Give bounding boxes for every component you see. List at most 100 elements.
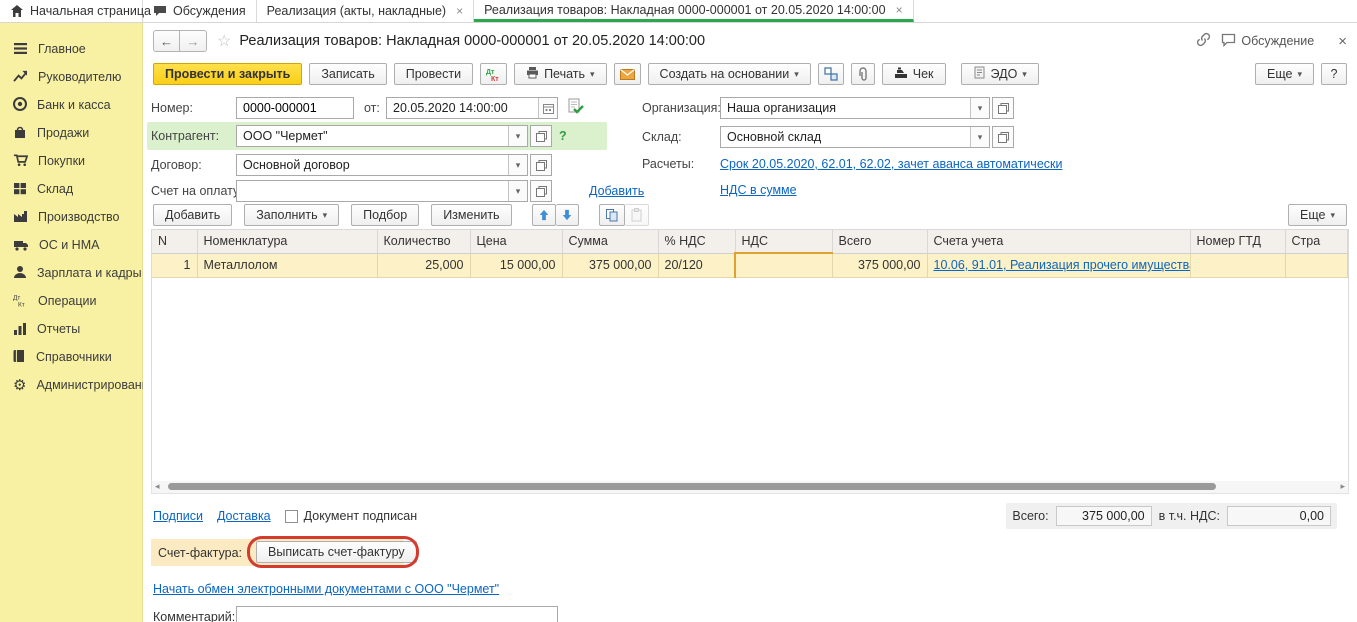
related-documents-button[interactable] (818, 63, 844, 85)
number-input[interactable] (236, 97, 354, 119)
sidebar-item-main[interactable]: Главное (0, 35, 142, 63)
cell-country[interactable] (1285, 253, 1348, 277)
sidebar-item-operations[interactable]: ДтКт Операции (0, 287, 142, 315)
sidebar-item-directories[interactable]: Справочники (0, 343, 142, 371)
tab-close-icon[interactable]: × (896, 3, 903, 17)
cell-quantity[interactable]: 25,000 (377, 253, 470, 277)
sidebar-item-reports[interactable]: Отчеты (0, 315, 142, 343)
date-field[interactable]: 20.05.2020 14:00:00 (386, 97, 558, 119)
payment-invoice-open-button[interactable] (530, 180, 552, 202)
cell-accounts[interactable]: 10.06, 91.01, Реализация прочего имущест… (927, 253, 1190, 277)
calendar-icon[interactable] (538, 98, 557, 118)
start-edi-link[interactable]: Начать обмен электронными документами с … (153, 582, 499, 596)
chevron-down-icon[interactable]: ▾ (508, 126, 527, 146)
items-more-button[interactable]: Еще ▾ (1288, 204, 1347, 226)
paste-icon[interactable] (625, 204, 649, 226)
col-quantity: Количество (377, 230, 470, 253)
dtkt-postings-button[interactable]: ДтКт (480, 63, 507, 85)
delivery-link[interactable]: Доставка (217, 509, 271, 523)
warehouse-open-button[interactable] (992, 126, 1014, 148)
sidebar-item-manager[interactable]: Руководителю (0, 63, 142, 91)
sidebar-item-label: Банк и касса (37, 98, 111, 112)
vat-total-value: 0,00 (1227, 506, 1331, 526)
back-button[interactable]: ← (153, 30, 180, 52)
more-button[interactable]: Еще ▾ (1255, 63, 1314, 85)
email-button[interactable] (614, 63, 641, 85)
comment-input[interactable] (236, 606, 558, 622)
help-button[interactable]: ? (1321, 63, 1347, 85)
sidebar-item-administration[interactable]: ⚙ Администрирование (0, 371, 142, 399)
discussion-button[interactable]: Обсуждение (1221, 33, 1314, 50)
cell-gtd[interactable] (1190, 253, 1285, 277)
contragent-hint[interactable]: ? (559, 129, 567, 143)
table-row[interactable]: 1 Металлолом 25,000 15 000,00 375 000,00… (152, 253, 1348, 277)
add-row-button[interactable]: Добавить (153, 204, 232, 226)
scroll-left-icon[interactable]: ◂ (155, 481, 160, 492)
tab-sales-list[interactable]: Реализация (акты, накладные) × (257, 0, 474, 22)
sidebar-item-sales[interactable]: Продажи (0, 119, 142, 147)
cell-amount[interactable]: 375 000,00 (562, 253, 658, 277)
sidebar-item-fixed-assets[interactable]: ОС и НМА (0, 231, 142, 259)
warehouse-field[interactable]: Основной склад ▾ (720, 126, 990, 148)
cell-nomenclature[interactable]: Металлолом (197, 253, 377, 277)
post-button[interactable]: Провести (394, 63, 473, 85)
tab-close-icon[interactable]: × (456, 4, 463, 18)
contragent-field[interactable]: ООО "Чермет" ▾ (236, 125, 528, 147)
receipt-button[interactable]: Чек (882, 63, 946, 85)
chevron-down-icon[interactable]: ▾ (508, 181, 527, 201)
organization-field[interactable]: Наша организация ▾ (720, 97, 990, 119)
attachments-button[interactable] (851, 63, 875, 85)
add-link[interactable]: Добавить (589, 184, 644, 198)
document-signed-checkbox[interactable]: Документ подписан (285, 509, 418, 523)
print-button[interactable]: Печать ▾ (514, 63, 606, 85)
sidebar-item-salary-hr[interactable]: Зарплата и кадры (0, 259, 142, 287)
move-down-button[interactable] (556, 204, 579, 226)
edo-button[interactable]: ЭДО ▾ (961, 63, 1039, 85)
chevron-down-icon[interactable]: ▾ (508, 155, 527, 175)
organization-open-button[interactable] (992, 97, 1014, 119)
payment-invoice-field[interactable]: ▾ (236, 180, 528, 202)
chevron-down-icon[interactable]: ▾ (970, 98, 989, 118)
accounts-link[interactable]: 10.06, 91.01, Реализация прочего имущест… (934, 258, 1191, 272)
settlements-link[interactable]: Срок 20.05.2020, 62.01, 62.02, зачет ава… (720, 157, 1062, 171)
favorite-star-icon[interactable]: ☆ (217, 31, 231, 51)
scrollbar-thumb[interactable] (168, 483, 1216, 490)
cell-price[interactable]: 15 000,00 (470, 253, 562, 277)
cell-vat-focused[interactable] (735, 253, 832, 277)
issue-invoice-button[interactable]: Выписать счет-фактуру (256, 541, 417, 563)
document-check-icon[interactable] (567, 98, 584, 118)
scroll-right-icon[interactable]: ▸ (1340, 481, 1345, 492)
cell-n[interactable]: 1 (152, 253, 197, 277)
link-icon[interactable] (1196, 32, 1211, 50)
sidebar-item-warehouse[interactable]: Склад (0, 175, 142, 203)
number-label: Номер: (151, 101, 193, 115)
chevron-down-icon[interactable]: ▾ (970, 127, 989, 147)
save-button[interactable]: Записать (309, 63, 386, 85)
tab-sales-document[interactable]: Реализация товаров: Накладная 0000-00000… (474, 0, 913, 22)
fill-button[interactable]: Заполнить ▾ (244, 204, 339, 226)
horizontal-scrollbar[interactable]: ◂ ▸ (151, 481, 1349, 494)
pick-button[interactable]: Подбор (351, 204, 419, 226)
checkbox-icon[interactable] (285, 510, 298, 523)
col-total: Всего (832, 230, 927, 253)
sidebar-item-bank-cash[interactable]: Банк и касса (0, 91, 142, 119)
post-and-close-button[interactable]: Провести и закрыть (153, 63, 302, 85)
contract-field[interactable]: Основной договор ▾ (236, 154, 528, 176)
contract-open-button[interactable] (530, 154, 552, 176)
vat-mode-link[interactable]: НДС в сумме (720, 183, 797, 197)
edo-document-icon (973, 66, 986, 82)
tab-home[interactable]: Начальная страница (0, 0, 143, 22)
sidebar-item-purchases[interactable]: Покупки (0, 147, 142, 175)
edit-button[interactable]: Изменить (431, 204, 511, 226)
copy-icon[interactable] (599, 204, 625, 226)
tab-discussions[interactable]: Обсуждения (143, 0, 257, 22)
create-based-on-button[interactable]: Создать на основании ▾ (648, 63, 811, 85)
forward-button[interactable]: → (180, 30, 207, 52)
close-icon[interactable]: × (1338, 33, 1347, 50)
cell-total[interactable]: 375 000,00 (832, 253, 927, 277)
sidebar-item-production[interactable]: Производство (0, 203, 142, 231)
signatures-link[interactable]: Подписи (153, 509, 203, 523)
contragent-open-button[interactable] (530, 125, 552, 147)
cell-vat-rate[interactable]: 20/120 (658, 253, 735, 277)
move-up-button[interactable] (532, 204, 556, 226)
